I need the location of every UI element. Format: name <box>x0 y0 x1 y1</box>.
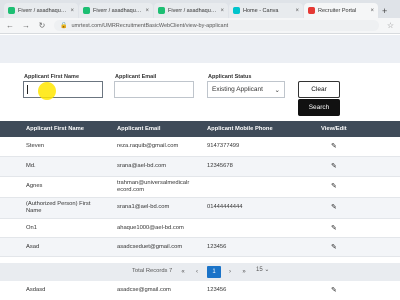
first-name-cell: Steven <box>26 143 45 149</box>
prev-page-icon[interactable]: ‹ <box>190 266 204 278</box>
first-name-cell: Md. <box>26 163 36 169</box>
close-icon[interactable]: × <box>295 8 299 14</box>
tab-label: Home - Canva <box>243 7 279 14</box>
phone-cell: 9147377499 <box>207 143 240 149</box>
first-name-cell-continued: Name <box>26 208 42 214</box>
browser-tab-strip: Fiverr / asadhaque2029... × Fiverr / asa… <box>0 0 400 18</box>
table-row: Asdasd asadcse@gmail.com 123456 ✎ <box>0 281 400 300</box>
phone-cell: 12345678 <box>207 163 233 169</box>
edit-pencil-icon[interactable]: ✎ <box>331 203 337 211</box>
page-1-button[interactable]: 1 <box>207 266 221 278</box>
first-name-filter-input[interactable] <box>23 81 103 98</box>
canva-favicon-icon <box>233 7 240 14</box>
new-tab-icon[interactable]: + <box>379 6 391 18</box>
phone-cell: 123456 <box>207 287 227 293</box>
page-header-band <box>0 35 400 63</box>
mouse-cursor-highlight <box>38 82 56 100</box>
reload-icon[interactable]: ↻ <box>38 21 46 30</box>
fiverr-favicon-icon <box>158 7 165 14</box>
edit-pencil-icon[interactable]: ✎ <box>331 142 337 150</box>
table-row: Md. srana@ael-bd.com 12345678 ✎ <box>0 157 400 177</box>
edit-pencil-icon[interactable]: ✎ <box>331 286 337 294</box>
close-icon[interactable]: × <box>145 8 149 14</box>
email-cell-continued: ecord.com <box>117 187 145 193</box>
tab-label: Fiverr / asadhaque2029... <box>18 7 67 14</box>
email-cell: srana@ael-bd.com <box>117 163 167 169</box>
browser-tab-canva[interactable]: Home - Canva × <box>229 3 303 18</box>
first-name-cell: Asdasd <box>26 287 46 293</box>
forward-icon[interactable]: → <box>22 21 30 30</box>
email-cell: asadcse@gmail.com <box>117 287 171 293</box>
browser-tab-fiverr-3[interactable]: Fiverr / asadhaque2029... × <box>154 3 228 18</box>
email-cell: ahaque1000@ael-bd.com <box>117 225 184 231</box>
back-icon[interactable]: ← <box>6 21 14 30</box>
first-name-cell: Agnes <box>26 183 43 189</box>
first-name-filter-label: Applicant First Name <box>24 74 80 80</box>
recruiter-favicon-icon <box>308 7 315 14</box>
tab-label: Fiverr / asadhaque2029... <box>93 7 142 14</box>
next-page-icon[interactable]: › <box>223 266 237 278</box>
table-row-clip <box>0 257 400 263</box>
email-cell: reza.raquib@gmail.com <box>117 143 179 149</box>
close-icon[interactable]: × <box>370 8 374 14</box>
table-row: (Authorized Person) First Name srana1@ae… <box>0 198 400 219</box>
column-header-view-edit: View/Edit <box>321 126 347 132</box>
table-header: Applicant First Name Applicant Email App… <box>0 121 400 137</box>
email-filter-label: Applicant Email <box>115 74 157 80</box>
fiverr-favicon-icon <box>83 7 90 14</box>
status-filter-label: Applicant Status <box>208 74 252 80</box>
edit-pencil-icon[interactable]: ✎ <box>331 224 337 232</box>
tab-label: Recruiter Portal <box>318 7 357 14</box>
chevron-down-icon: ⌄ <box>274 86 280 94</box>
table-row: On1 ahaque1000@ael-bd.com ✎ <box>0 219 400 238</box>
status-filter-value: Existing Applicant <box>212 86 263 93</box>
status-filter-select[interactable]: Existing Applicant ⌄ <box>207 81 285 98</box>
total-records: Total Records 7 <box>132 268 173 274</box>
fiverr-favicon-icon <box>8 7 15 14</box>
email-cell: srana1@ael-bd.com <box>117 204 170 210</box>
phone-cell: 01444444444 <box>207 204 243 210</box>
edit-pencil-icon[interactable]: ✎ <box>331 182 337 190</box>
browser-tab-fiverr-1[interactable]: Fiverr / asadhaque2029... × <box>4 3 78 18</box>
table-row: Steven reza.raquib@gmail.com 9147377499 … <box>0 137 400 157</box>
bookmark-star-icon[interactable]: ☆ <box>387 21 394 30</box>
email-cell: trahman@universalmedicalr <box>117 180 190 186</box>
phone-cell: 123456 <box>207 244 227 250</box>
browser-tab-fiverr-2[interactable]: Fiverr / asadhaque2029... × <box>79 3 153 18</box>
close-icon[interactable]: × <box>220 8 224 14</box>
url-field[interactable]: 🔒 umrtest.com/UMRRecruitmentBasicWebClie… <box>54 20 379 31</box>
address-bar: ← → ↻ 🔒 umrtest.com/UMRRecruitmentBasicW… <box>0 18 400 34</box>
table-row: Agnes trahman@universalmedicalr ecord.co… <box>0 177 400 198</box>
edit-pencil-icon[interactable]: ✎ <box>331 162 337 170</box>
last-page-icon[interactable]: » <box>237 266 251 278</box>
text-caret <box>27 85 28 94</box>
email-filter-input[interactable] <box>114 81 194 98</box>
first-page-icon[interactable]: « <box>176 266 190 278</box>
lock-icon: 🔒 <box>60 23 68 29</box>
email-cell: asadcseduet@gmail.com <box>117 244 183 250</box>
column-header-phone[interactable]: Applicant Mobile Phone <box>207 126 273 132</box>
browser-tab-recruiter-portal[interactable]: Recruiter Portal × <box>304 3 378 18</box>
url-text: umrtest.com/UMRRecruitmentBasicWebClient… <box>71 22 229 29</box>
first-name-cell: Asad <box>26 244 40 250</box>
table-row: Asad asadcseduet@gmail.com 123456 ✎ <box>0 238 400 257</box>
column-header-email[interactable]: Applicant Email <box>117 126 161 132</box>
clear-button[interactable]: Clear <box>298 81 340 98</box>
tab-label: Fiverr / asadhaque2029... <box>168 7 217 14</box>
page-size-select[interactable]: 15 ⌄ <box>256 266 269 273</box>
table-footer: Total Records 7 « ‹ 1 › » 15 ⌄ <box>0 263 400 281</box>
page-bottom: Asdasd asadcse@gmail.com 123456 ✎ <box>0 281 400 300</box>
first-name-cell: On1 <box>26 225 37 231</box>
close-icon[interactable]: × <box>70 8 74 14</box>
first-name-cell: (Authorized Person) First <box>26 201 91 207</box>
column-header-first-name[interactable]: Applicant First Name <box>26 126 84 132</box>
search-button[interactable]: Search <box>298 99 340 116</box>
edit-pencil-icon[interactable]: ✎ <box>331 243 337 251</box>
